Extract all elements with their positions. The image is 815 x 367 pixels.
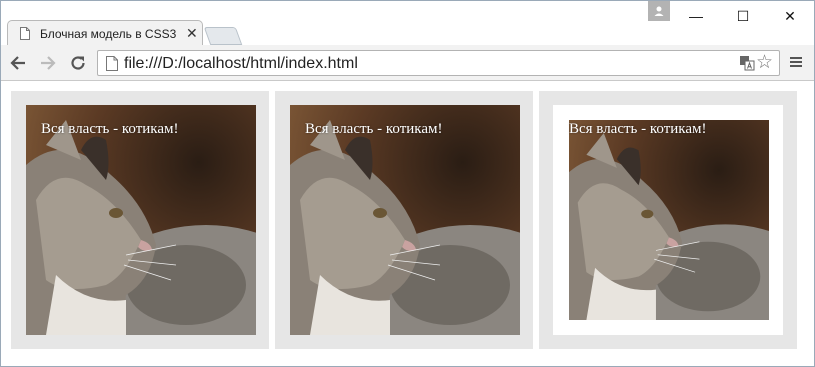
address-bar[interactable]: file:///D:/localhost/html/index.html ☆ [97, 50, 780, 76]
cat-box: Вся власть - котикам! [275, 91, 533, 349]
page-icon [20, 27, 30, 40]
menu-bar-icon [790, 57, 802, 59]
cat-box: Вся власть - котикам! [11, 91, 269, 349]
reload-button[interactable] [67, 52, 89, 74]
new-tab-button[interactable] [203, 27, 243, 45]
forward-arrow-icon [41, 56, 56, 70]
tab-title: Блочная модель в CSS3 [40, 27, 177, 41]
tab-strip: Блочная модель в CSS3 ✕ — ☐ ✕ [1, 1, 814, 46]
bookmark-star-icon[interactable]: ☆ [756, 52, 773, 74]
back-arrow-icon [10, 56, 25, 70]
reload-icon [71, 56, 85, 70]
cat-caption: Вся власть - котикам! [569, 121, 707, 137]
page-content: Вся власть - котикам! Вся власть - котик… [1, 81, 814, 366]
maximize-button[interactable]: ☐ [721, 1, 765, 31]
cat-box: Вся власть - котикам! [539, 91, 797, 349]
browser-window: Блочная модель в CSS3 ✕ — ☐ ✕ file:///D:… [0, 0, 815, 367]
url-text[interactable]: file:///D:/localhost/html/index.html [124, 55, 358, 73]
translate-icon[interactable] [739, 55, 755, 71]
cat-caption: Вся власть - котикам! [41, 121, 179, 137]
profile-button[interactable] [648, 1, 670, 21]
cat-image [26, 105, 256, 335]
menu-bar-icon [790, 61, 802, 63]
cat-image [290, 105, 520, 335]
page-icon [106, 56, 118, 71]
minimize-button[interactable]: — [674, 1, 718, 31]
cat-image [569, 120, 769, 320]
menu-bar-icon [790, 65, 802, 67]
forward-button[interactable] [37, 52, 59, 74]
user-icon [654, 6, 664, 16]
cat-caption: Вся власть - котикам! [305, 121, 443, 137]
tab-active[interactable]: Блочная модель в CSS3 ✕ [7, 20, 203, 46]
tab-close-icon[interactable]: ✕ [186, 25, 198, 42]
browser-toolbar: file:///D:/localhost/html/index.html ☆ [1, 45, 814, 81]
back-button[interactable] [7, 52, 29, 74]
menu-button[interactable] [788, 55, 804, 71]
close-window-button[interactable]: ✕ [768, 1, 812, 31]
